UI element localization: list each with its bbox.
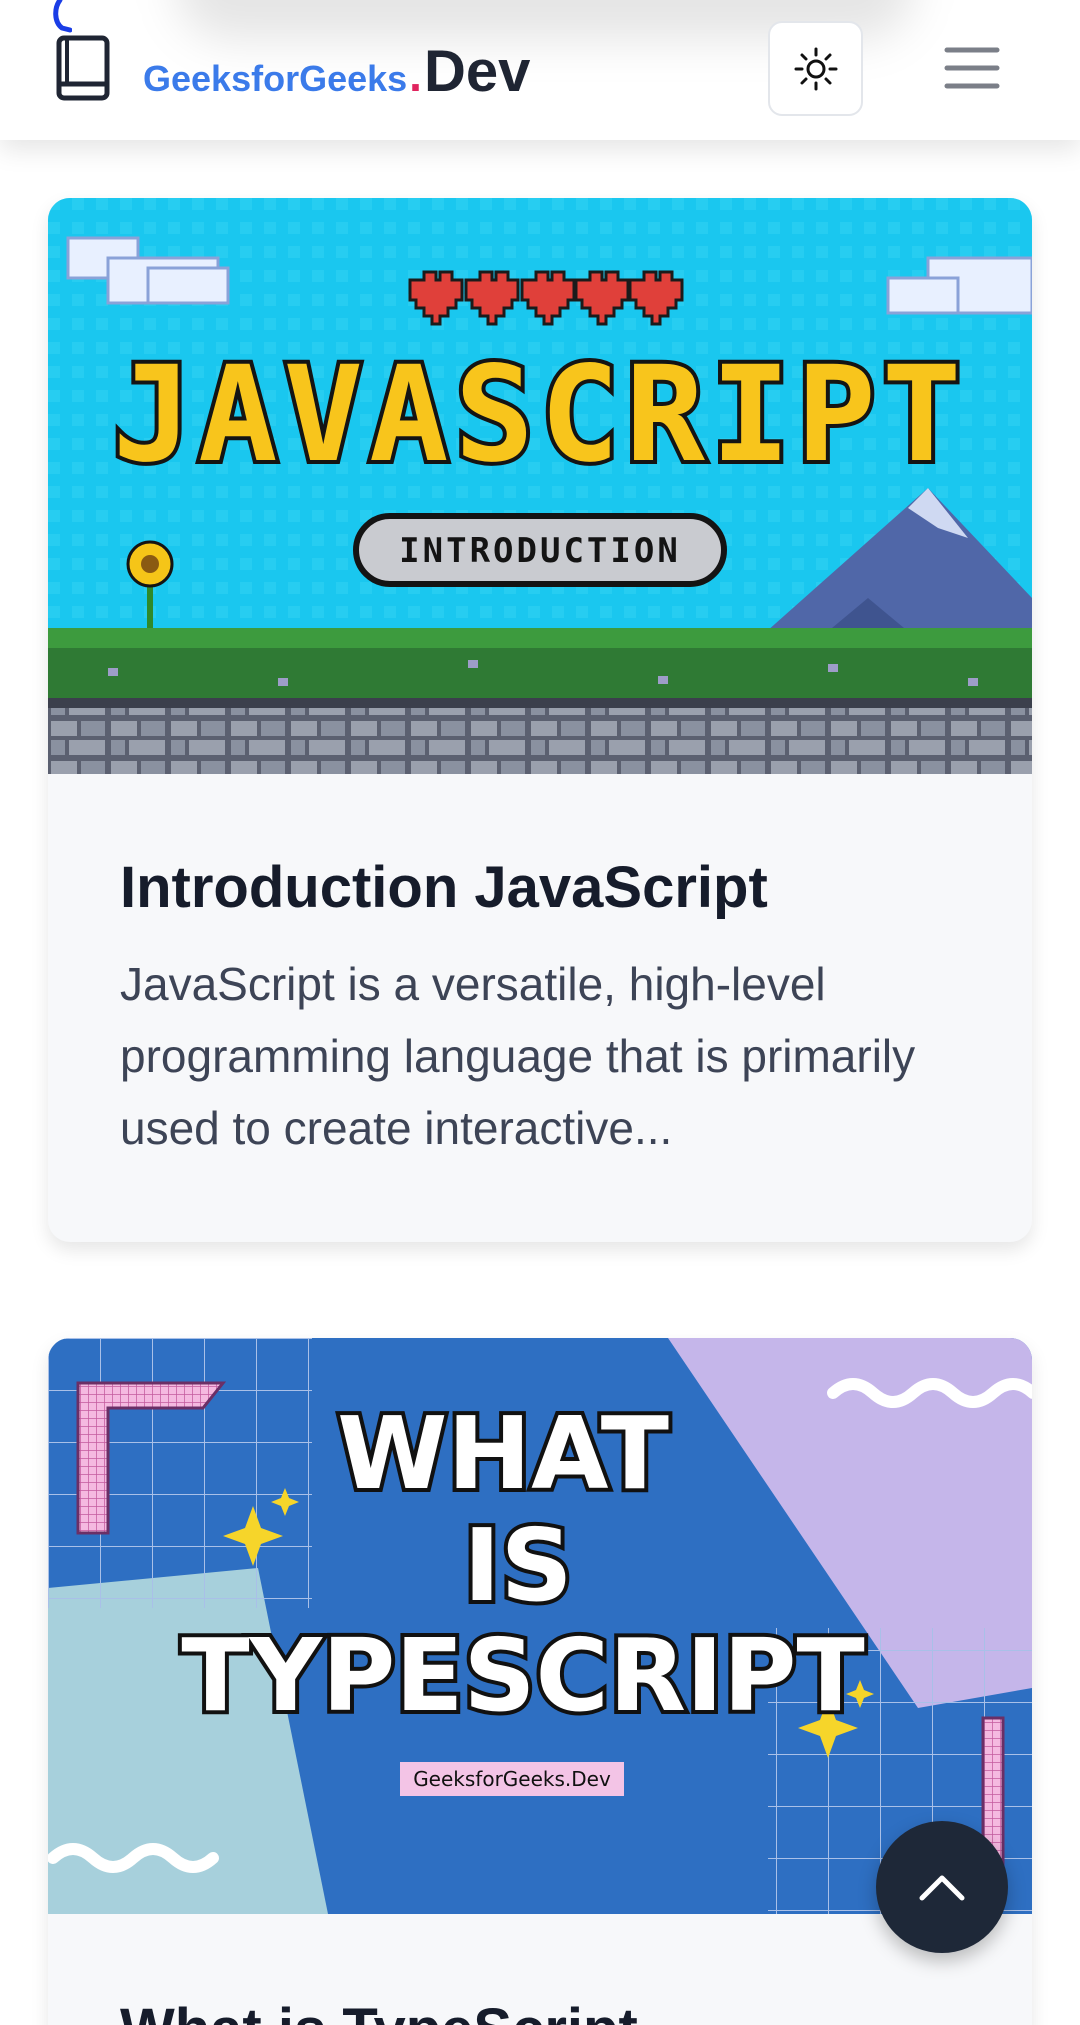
cover-watermark: GeeksforGeeks.Dev: [413, 1767, 611, 1791]
scroll-to-top-button[interactable]: [876, 1821, 1008, 1953]
post-card[interactable]: JAVASCRIPT INTRODUCTION Introduction Jav…: [48, 198, 1032, 1242]
site-logo[interactable]: GeeksforGeeks . Dev: [143, 38, 530, 104]
post-card[interactable]: WHAT IS TYPESCRIPT GeeksforGeeks.Dev Wha…: [48, 1338, 1032, 2025]
post-title[interactable]: What is TypeScript: [120, 1998, 960, 2025]
cover-badge: INTRODUCTION: [399, 531, 681, 571]
cover-headline: JAVASCRIPT: [113, 338, 968, 492]
post-cover-image: WHAT IS TYPESCRIPT GeeksforGeeks.Dev: [48, 1338, 1032, 1914]
post-cover-image: JAVASCRIPT INTRODUCTION: [48, 198, 1032, 774]
cover-line-3: TYPESCRIPT: [181, 1617, 864, 1734]
chevron-up-icon: [919, 1875, 965, 1901]
logo-primary-text: GeeksforGeeks: [143, 58, 408, 99]
menu-button[interactable]: [940, 38, 1004, 98]
logo-dot: .: [409, 49, 422, 101]
post-description: JavaScript is a versatile, high-level pr…: [120, 957, 916, 1154]
post-title[interactable]: Introduction JavaScript: [120, 856, 960, 920]
theme-toggle-button[interactable]: [768, 21, 863, 116]
site-header: GeeksforGeeks . Dev: [0, 0, 1080, 140]
cover-line-2: IS: [463, 1507, 572, 1624]
logo-suffix-text: Dev: [423, 39, 531, 104]
book-icon[interactable]: [55, 34, 113, 102]
hamburger-menu-icon: [944, 47, 1000, 89]
cover-line-1: WHAT: [337, 1395, 669, 1512]
sun-icon: [794, 47, 837, 90]
